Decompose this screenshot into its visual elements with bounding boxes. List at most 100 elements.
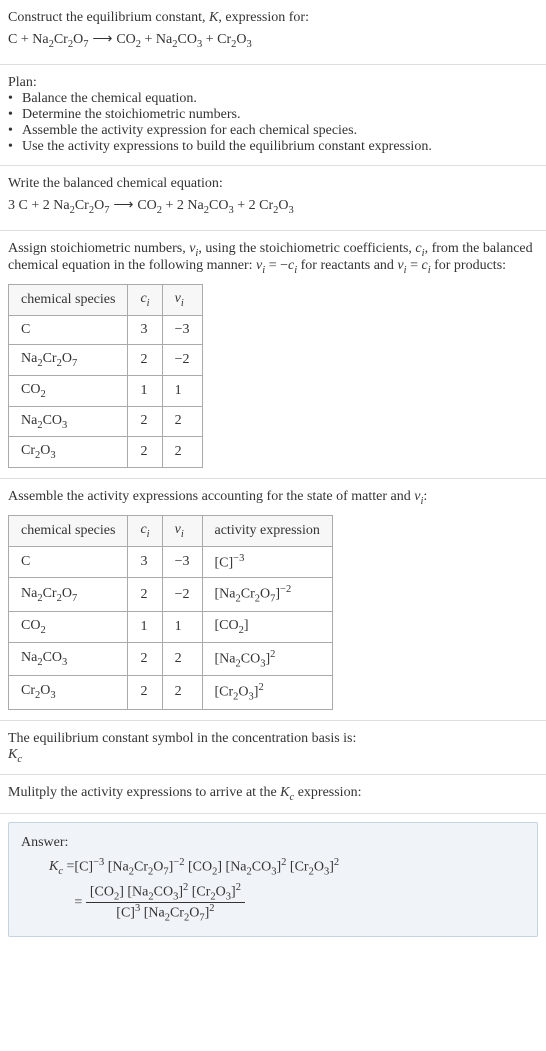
cell-activity: [Na2CO3]2 (202, 642, 332, 675)
table-row: CO211[CO2] (9, 611, 333, 642)
answer-label: Answer: (21, 835, 525, 851)
activity-table: chemical species ci νi activity expressi… (8, 515, 333, 710)
cell-nui: 2 (162, 642, 202, 675)
intro-section: Construct the equilibrium constant, K, e… (0, 0, 546, 65)
o: O (73, 32, 83, 47)
balanced-title: Write the balanced chemical equation: (8, 176, 538, 192)
header-nui: νi (162, 515, 202, 546)
sub-i: i (181, 298, 184, 309)
cr: Cr (217, 32, 231, 47)
s: 3 (62, 657, 67, 668)
cell-species: Na2Cr2O7 (9, 578, 128, 611)
cell-species: C (9, 315, 128, 344)
reactant-c: C (8, 32, 17, 47)
t: Cr (170, 906, 184, 921)
text: , using the stoichiometric coefficients, (198, 241, 415, 256)
K: K (280, 785, 289, 800)
plus: + (234, 198, 249, 213)
plus: + (141, 32, 156, 47)
plan-title: Plan: (8, 75, 538, 91)
plan-bullet: •Determine the stoichiometric numbers. (8, 107, 538, 123)
K: K (8, 747, 17, 762)
kc-rhs: [C]−3 [Na2Cr2O7]−2 [CO2] [Na2CO3]2 [Cr2O… (74, 857, 339, 923)
text: expression: (294, 785, 361, 800)
cell-nui: 2 (162, 437, 202, 468)
cr: Cr (54, 32, 68, 47)
sub-i: i (147, 298, 150, 309)
table-row: Na2CO322 (9, 406, 203, 437)
plan-section: Plan: •Balance the chemical equation. •D… (0, 65, 546, 166)
s: 2 (40, 389, 45, 400)
t: CO (252, 860, 271, 875)
cell-nui: −2 (162, 344, 202, 375)
t: ] (244, 618, 249, 633)
t: CO (154, 884, 173, 899)
fraction: [CO2] [Na2CO3]2 [Cr2O3]2 [C]3 [Na2Cr2O7]… (86, 882, 245, 924)
t: O (153, 860, 163, 875)
t: [Na (215, 651, 236, 666)
s: 3 (50, 450, 55, 461)
t: Na (21, 351, 37, 366)
kc-lhs: Kc = (49, 857, 74, 877)
kc-symbol: Kc (8, 747, 538, 765)
cell-ci: 1 (128, 611, 162, 642)
arrow-icon: ⟶ (109, 196, 137, 212)
sup: 2 (258, 682, 263, 693)
intro-text-b: , expression for: (218, 10, 309, 25)
intro-text-a: Construct the equilibrium constant, (8, 10, 209, 25)
answer-box: Answer: Kc = [C]−3 [Na2Cr2O7]−2 [CO2] [N… (8, 822, 538, 936)
K: K (49, 859, 58, 874)
t: Cr (43, 586, 57, 601)
cell-nui: 2 (162, 406, 202, 437)
t: Na (21, 413, 37, 428)
t: [CO (215, 618, 239, 633)
co: CO (209, 198, 228, 213)
sup: 2 (334, 857, 339, 868)
sup: −2 (280, 584, 291, 595)
eq: = (63, 859, 74, 874)
cell-species: Na2CO3 (9, 406, 128, 437)
bullet-text: Use the activity expressions to build th… (22, 139, 432, 155)
t: O (40, 443, 50, 458)
text: Mulitply the activity expressions to arr… (8, 785, 280, 800)
t: Cr (43, 351, 57, 366)
t: [C] (215, 555, 234, 570)
cell-activity: [CO2] (202, 611, 332, 642)
table-row: Na2Cr2O72−2 (9, 344, 203, 375)
plus: + (162, 198, 177, 213)
intro-text: Construct the equilibrium constant, K, e… (8, 10, 538, 26)
t: CO (21, 618, 40, 633)
t: [Na (108, 860, 129, 875)
plus: + (202, 32, 217, 47)
t: [CO (188, 860, 212, 875)
text: for products: (431, 258, 506, 273)
cell-species: CO2 (9, 611, 128, 642)
balanced-section: Write the balanced chemical equation: 3 … (0, 166, 546, 231)
t: O (189, 906, 199, 921)
table-row: Na2Cr2O72−2[Na2Cr2O7]−2 (9, 578, 333, 611)
t: CO (43, 413, 62, 428)
multiply-text: Mulitply the activity expressions to arr… (8, 785, 538, 803)
text: = − (265, 258, 288, 273)
t: [CO (90, 884, 114, 899)
header-species: chemical species (9, 285, 128, 316)
k-symbol: K (209, 10, 218, 25)
t: [C] (74, 860, 93, 875)
t: [Cr (290, 860, 309, 875)
cell-ci: 2 (128, 578, 162, 611)
cr: 2 Cr (249, 198, 274, 213)
bullet-icon: • (8, 123, 22, 139)
plan-bullet: •Balance the chemical equation. (8, 91, 538, 107)
t: O (238, 685, 248, 700)
t: Cr (21, 443, 35, 458)
o: O (278, 198, 288, 213)
t: CO (21, 382, 40, 397)
bullet-text: Determine the stoichiometric numbers. (22, 107, 241, 123)
sup: −2 (173, 857, 184, 868)
sup: −3 (93, 857, 104, 868)
t: Na (21, 586, 37, 601)
eq-symbol-section: The equilibrium constant symbol in the c… (0, 721, 546, 776)
sub-i: i (147, 529, 150, 540)
sup: 2 (270, 649, 275, 660)
assign-section: Assign stoichiometric numbers, νi, using… (0, 231, 546, 480)
